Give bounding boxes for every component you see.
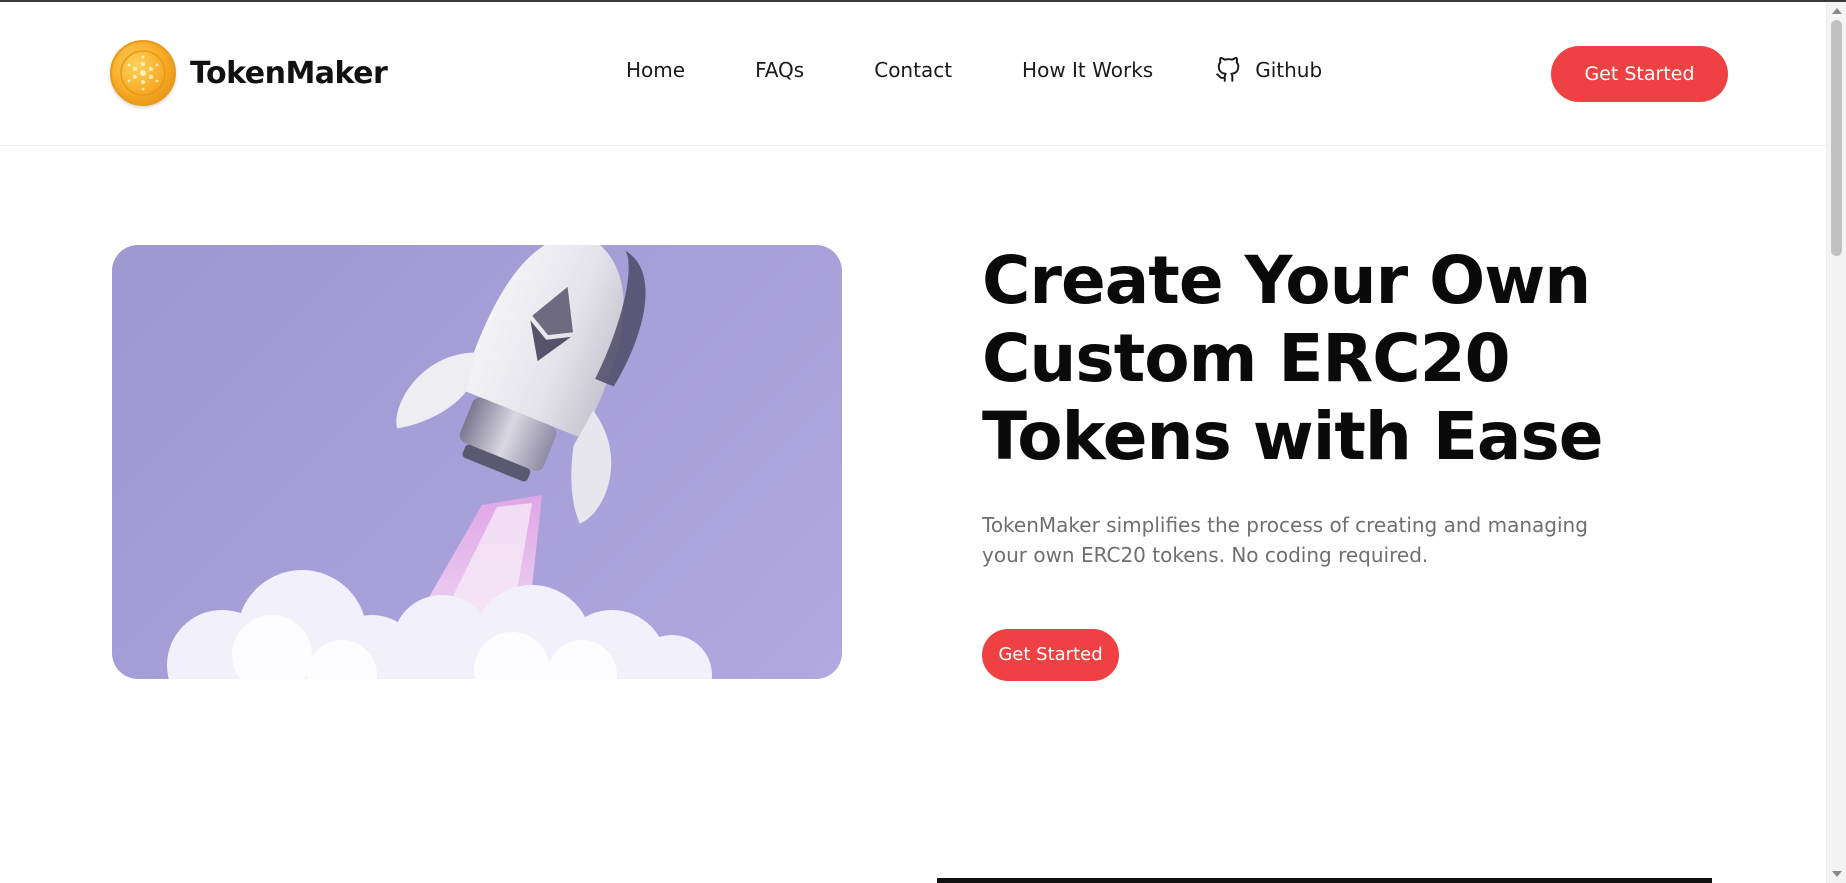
nav-link-contact[interactable]: Contact — [874, 58, 952, 82]
hero-title: Create Your Own Custom ERC20 Tokens with… — [982, 242, 1604, 475]
hero-get-started-button[interactable]: Get Started — [982, 629, 1119, 681]
scroll-up-icon[interactable] — [1832, 8, 1842, 14]
nav-link-home[interactable]: Home — [626, 58, 685, 82]
github-icon — [1216, 57, 1240, 82]
nav-link-faqs[interactable]: FAQs — [755, 58, 804, 82]
brand-name: TokenMaker — [190, 55, 388, 91]
next-section-edge — [937, 878, 1712, 883]
rocket-launch-illustration — [112, 245, 842, 679]
scroll-down-icon[interactable] — [1832, 871, 1842, 877]
nav-link-how-it-works[interactable]: How It Works — [1022, 58, 1153, 82]
brand[interactable]: TokenMaker — [110, 40, 388, 106]
header-get-started-button[interactable]: Get Started — [1551, 46, 1728, 102]
nav-link-github[interactable]: Github — [1215, 57, 1322, 83]
nav-github-label: Github — [1255, 58, 1323, 82]
hero-subtitle: TokenMaker simplifies the process of cre… — [982, 513, 1588, 567]
site-header: TokenMaker Home FAQs Contact How It Work… — [0, 2, 1826, 146]
scrollbar-thumb[interactable] — [1831, 20, 1842, 256]
coin-logo-icon — [110, 40, 176, 106]
page: TokenMaker Home FAQs Contact How It Work… — [0, 2, 1826, 883]
vertical-scrollbar[interactable] — [1826, 2, 1846, 883]
main-nav: Home FAQs Contact How It Works Github — [626, 57, 1322, 83]
